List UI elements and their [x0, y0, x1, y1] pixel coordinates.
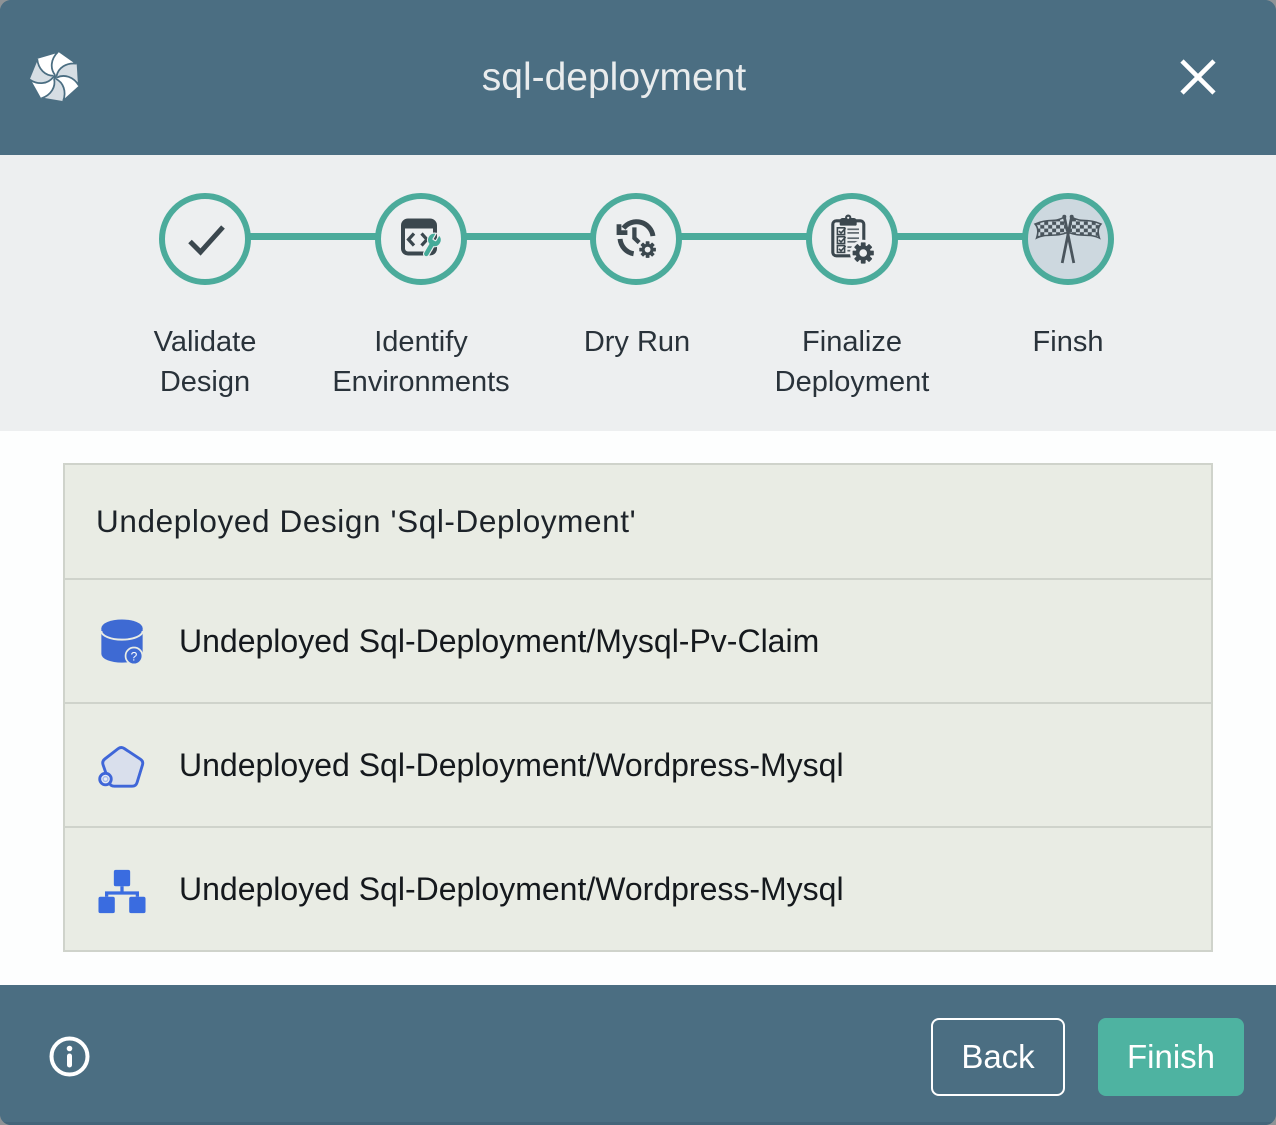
svg-text:?: ? — [131, 649, 138, 663]
